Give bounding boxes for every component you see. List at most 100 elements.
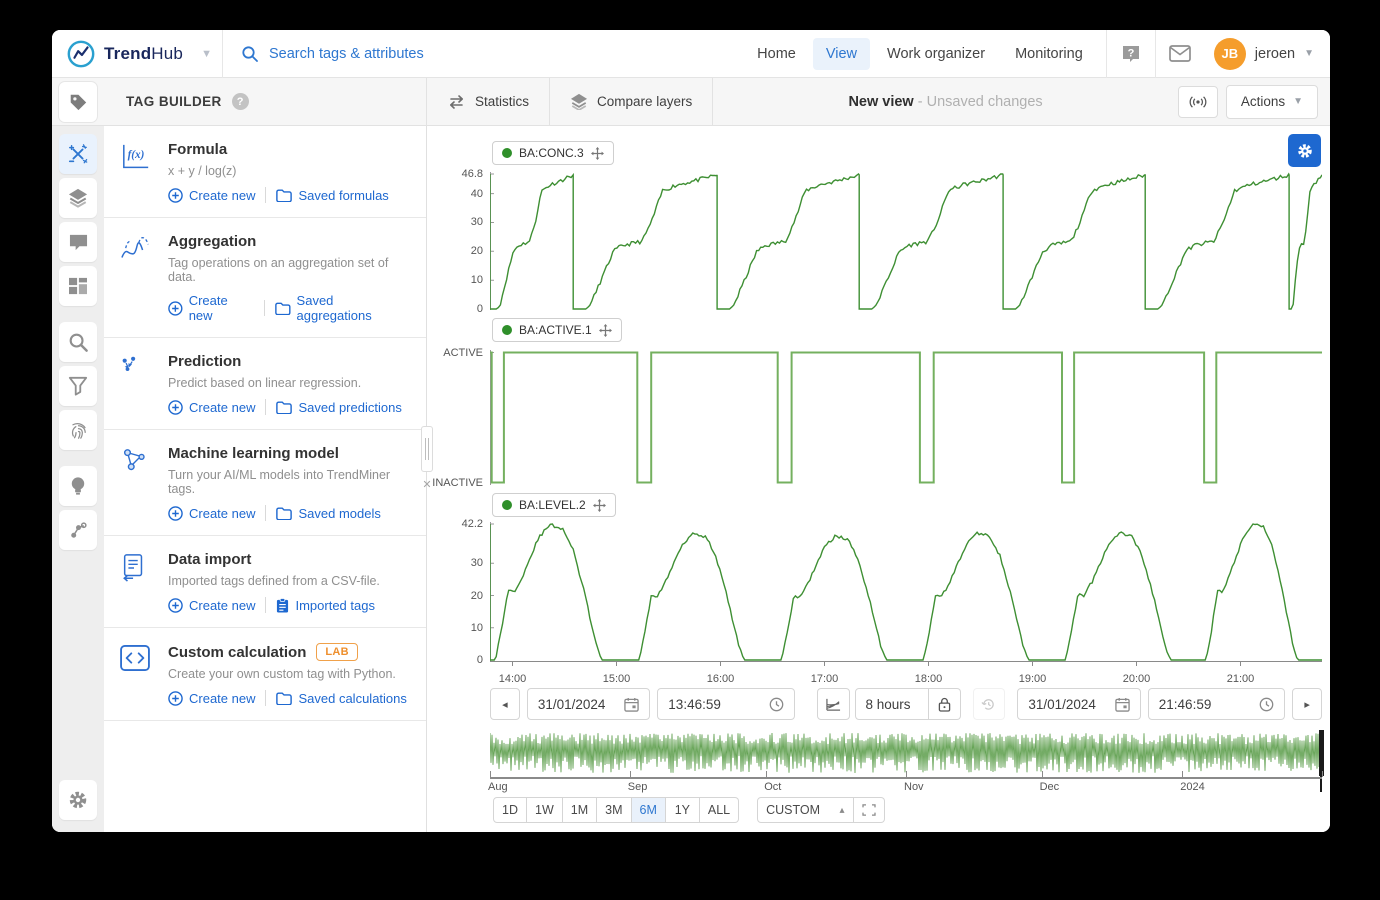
series-chip-active1[interactable]: BA:ACTIVE.1 — [492, 318, 622, 342]
user-menu[interactable]: JB jeroen ▼ — [1204, 38, 1330, 70]
settings-icon[interactable] — [59, 780, 97, 820]
overview-month-label: Nov — [904, 781, 924, 793]
help-button[interactable]: ? — [1107, 30, 1155, 78]
custom-range-button[interactable]: CUSTOM ▴ — [757, 797, 853, 823]
imported-tags-link[interactable]: Imported tags — [276, 598, 375, 613]
view-title-wrap: New view - Unsaved changes — [713, 94, 1178, 110]
preset-segment: 1D 1W 1M 3M 6M 1Y ALL — [493, 797, 739, 823]
live-mode-button[interactable] — [1178, 86, 1218, 118]
panel-help-icon[interactable]: ? — [232, 93, 249, 110]
preset-1w[interactable]: 1W — [527, 797, 563, 823]
create-new-link[interactable]: Create new — [168, 188, 255, 203]
preset-6m[interactable]: 6M — [632, 797, 666, 823]
pan-left-button[interactable]: ◂ — [490, 688, 520, 720]
search-tool-icon[interactable] — [59, 322, 97, 362]
saved-formulas-link[interactable]: Saved formulas — [276, 188, 388, 203]
nav-menu: Home View Work organizer Monitoring — [744, 38, 1096, 70]
nav-item-home[interactable]: Home — [744, 38, 809, 70]
nav-item-monitoring[interactable]: Monitoring — [1002, 38, 1096, 70]
start-time-input[interactable]: 13:46:59 — [657, 688, 794, 720]
brand-caret-icon[interactable]: ▼ — [201, 48, 212, 60]
series-chip-level2[interactable]: BA:LEVEL.2 — [492, 493, 616, 517]
card-title: Formula — [168, 141, 227, 158]
panel-header: TAG BUILDER ? — [104, 78, 427, 125]
top-navbar: TrendHub ▼ Home View Work organizer Moni… — [52, 30, 1330, 78]
saved-models-link[interactable]: Saved models — [276, 506, 380, 521]
reset-time-button[interactable] — [973, 688, 1006, 720]
create-new-link[interactable]: Create new — [168, 598, 255, 613]
y-tick-label: 30 — [427, 557, 483, 569]
layers-icon[interactable] — [59, 178, 97, 218]
comments-icon[interactable] — [59, 222, 97, 262]
card-title: Custom calculation — [168, 644, 306, 661]
duration-group: 8 hours — [855, 688, 961, 720]
saved-aggregations-link[interactable]: Saved aggregations — [275, 293, 410, 323]
preset-1d[interactable]: 1D — [493, 797, 527, 823]
overview-range-handle[interactable] — [1319, 730, 1324, 776]
search-input[interactable] — [269, 46, 609, 62]
y-tick-label: 20 — [427, 245, 483, 257]
recommendations-icon[interactable] — [59, 466, 97, 506]
messages-button[interactable] — [1156, 30, 1204, 78]
dashboard-icon[interactable] — [59, 266, 97, 306]
folder-icon — [276, 507, 292, 520]
saved-calculations-link[interactable]: Saved calculations — [276, 691, 406, 706]
pan-right-button[interactable]: ▸ — [1292, 688, 1322, 720]
brand[interactable]: TrendHub ▼ — [52, 39, 222, 69]
nav-item-view[interactable]: View — [813, 38, 870, 70]
create-new-link[interactable]: Create new — [168, 691, 255, 706]
y-tick-label: INACTIVE — [427, 477, 483, 489]
lock-icon — [938, 697, 951, 712]
panel-title: TAG BUILDER — [126, 94, 222, 109]
context-graph-icon[interactable] — [59, 510, 97, 550]
fingerprint-icon[interactable] — [59, 410, 97, 450]
card-custom-calculation: Custom calculation LAB Create your own c… — [104, 628, 426, 721]
x-tick-label: 21:00 — [1227, 673, 1255, 685]
x-tick-label: 19:00 — [1019, 673, 1047, 685]
preset-1y[interactable]: 1Y — [666, 797, 700, 823]
panel-resize-handle[interactable] — [421, 426, 433, 472]
calendar-icon — [1115, 697, 1130, 712]
filter-icon[interactable] — [59, 366, 97, 406]
card-title: Data import — [168, 551, 251, 568]
panel-close-button[interactable]: ✕ — [421, 478, 433, 491]
statistics-button[interactable]: Statistics — [427, 78, 550, 125]
x-tick-label: 14:00 — [499, 673, 527, 685]
trend-plot-conc3[interactable] — [490, 172, 1322, 310]
trend-plot-active1[interactable] — [490, 350, 1322, 485]
clock-icon — [1259, 697, 1274, 712]
lock-duration-button[interactable] — [929, 688, 961, 720]
swap-arrows-icon — [447, 95, 466, 109]
brand-name: TrendHub — [104, 44, 183, 64]
y-tick-label: 20 — [427, 590, 483, 602]
compare-scales-button[interactable] — [817, 688, 850, 720]
saved-predictions-link[interactable]: Saved predictions — [276, 400, 401, 415]
x-tick-label: 16:00 — [707, 673, 735, 685]
actions-button[interactable]: Actions ▼ — [1226, 85, 1318, 119]
compare-layers-button[interactable]: Compare layers — [550, 78, 713, 125]
series-chip-conc3[interactable]: BA:CONC.3 — [492, 141, 614, 165]
tag-builder-operations-icon[interactable] — [59, 134, 97, 174]
preset-3m[interactable]: 3M — [597, 797, 631, 823]
apply-range-button[interactable] — [854, 797, 885, 823]
nav-item-work-organizer[interactable]: Work organizer — [874, 38, 998, 70]
plus-circle-icon — [168, 301, 183, 316]
chart-settings-button[interactable] — [1288, 134, 1321, 167]
trend-plot-level2[interactable] — [490, 522, 1322, 661]
create-new-link[interactable]: Create new — [168, 506, 255, 521]
create-new-link[interactable]: Create new — [168, 400, 255, 415]
end-date-input[interactable]: 31/01/2024 — [1017, 688, 1140, 720]
preset-all[interactable]: ALL — [700, 797, 739, 823]
tag-panel-toggle[interactable] — [52, 78, 104, 125]
end-time-input[interactable]: 21:46:59 — [1148, 688, 1285, 720]
overview-strip[interactable] — [490, 730, 1322, 776]
panel-resizer: ✕ — [421, 426, 433, 491]
start-date-input[interactable]: 31/01/2024 — [527, 688, 650, 720]
overview-month-tick — [906, 771, 907, 777]
folder-icon — [275, 302, 291, 315]
card-data-import: Data import Imported tags defined from a… — [104, 536, 426, 628]
preset-1m[interactable]: 1M — [563, 797, 597, 823]
duration-input[interactable]: 8 hours — [855, 688, 929, 720]
y-tick-label: 40 — [427, 188, 483, 200]
create-new-link[interactable]: Create new — [168, 293, 254, 323]
